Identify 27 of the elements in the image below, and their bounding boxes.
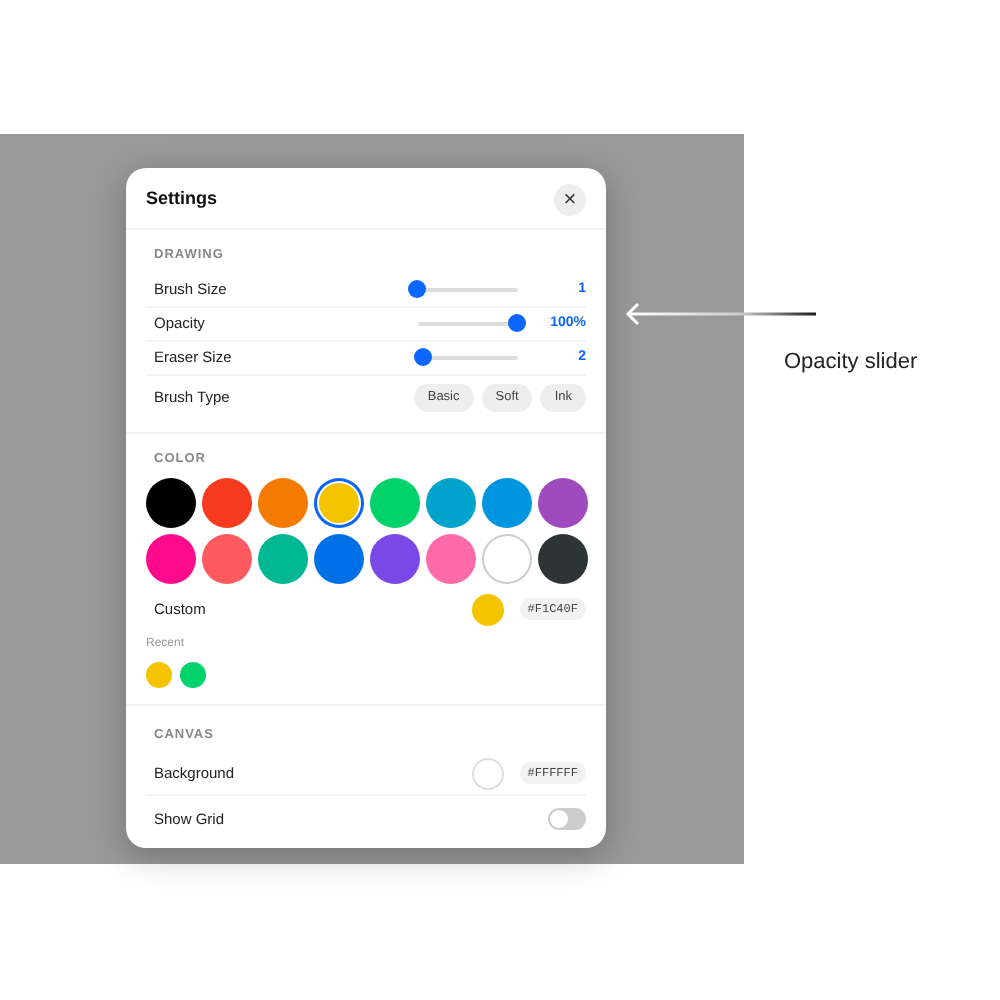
color-swatch[interactable] [314,477,364,527]
slider-thumb[interactable] [413,348,431,367]
toggle-switch[interactable] [548,807,586,830]
color-swatch[interactable] [202,477,252,527]
background-color-swatch[interactable] [471,757,504,790]
color-swatch[interactable] [146,533,196,583]
color-swatch[interactable] [258,477,308,527]
color-swatch[interactable] [146,477,196,527]
recent-color-swatch[interactable] [146,661,172,687]
close-button[interactable]: × [554,184,586,216]
slider-thumb[interactable] [508,314,526,333]
color-swatch[interactable] [482,477,532,527]
slider-thumb[interactable] [408,280,426,299]
color-swatch[interactable] [538,477,588,527]
color-swatch[interactable] [202,533,252,583]
color-swatch[interactable] [370,533,420,583]
recent-color-swatch[interactable] [180,661,206,687]
custom-color-swatch[interactable] [471,593,504,625]
color-swatch[interactable] [314,533,364,583]
dialog-title: Settings [146,186,218,213]
color-swatch[interactable] [426,477,476,527]
color-swatch[interactable] [482,533,532,583]
color-swatch[interactable] [538,533,588,583]
color-swatch[interactable] [370,477,420,527]
annotation-label: Opacity slider [784,348,918,378]
color-swatch[interactable] [426,533,476,583]
color-swatch[interactable] [258,533,308,583]
